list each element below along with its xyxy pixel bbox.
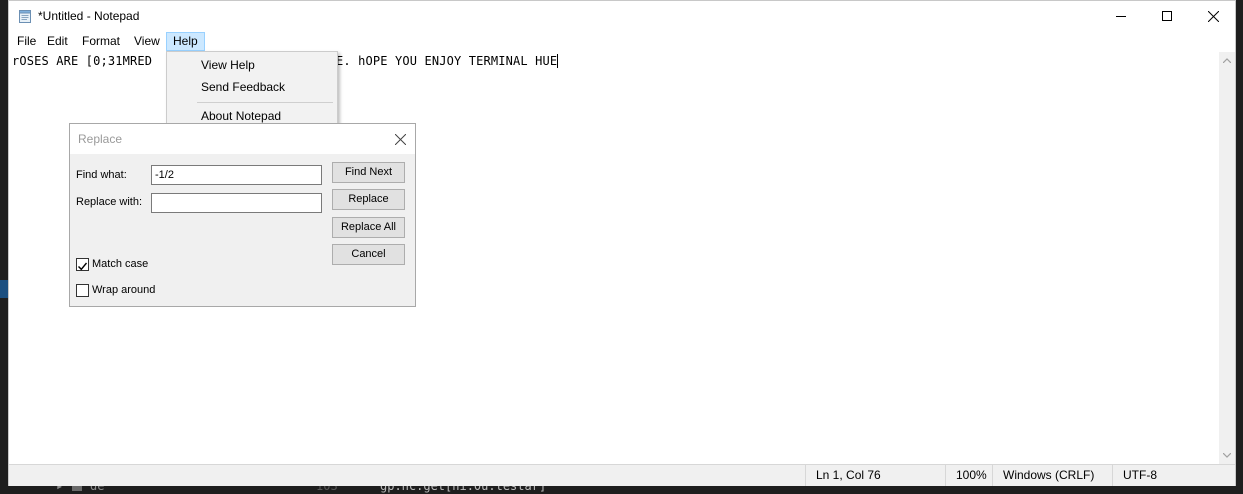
menu-item-about-notepad[interactable]: About Notepad (201, 109, 281, 123)
replace-dialog-title: Replace (78, 132, 123, 146)
replace-dialog-close-button[interactable] (391, 130, 409, 148)
scroll-down-button[interactable] (1219, 447, 1235, 464)
menu-item-send-feedback[interactable]: Send Feedback (201, 80, 285, 94)
chevron-down-icon (1223, 453, 1231, 458)
status-line-ending: Windows (CRLF) (992, 465, 1112, 486)
find-what-label: Find what: (76, 169, 127, 181)
replace-dialog-titlebar[interactable]: Replace (70, 124, 415, 154)
status-cursor-position: Ln 1, Col 76 (805, 465, 945, 486)
minimize-button[interactable] (1098, 1, 1144, 31)
menu-help[interactable]: Help (166, 32, 205, 51)
find-next-button[interactable]: Find Next (332, 162, 405, 183)
replace-all-button[interactable]: Replace All (332, 217, 405, 238)
match-case-label: Match case (92, 258, 149, 270)
vertical-scrollbar[interactable] (1219, 52, 1235, 464)
window-title: *Untitled - Notepad (38, 9, 140, 23)
scroll-up-button[interactable] (1219, 52, 1235, 69)
status-encoding: UTF-8 (1112, 465, 1236, 486)
background-selection-marker (0, 280, 8, 298)
menu-bar: File Edit Format View Help (9, 31, 1235, 52)
match-case-checkbox[interactable] (76, 258, 89, 271)
replace-with-input[interactable] (151, 193, 322, 213)
status-bar: Ln 1, Col 76 100% Windows (CRLF) UTF-8 (9, 464, 1235, 486)
menu-separator (197, 102, 333, 103)
close-icon (394, 133, 406, 145)
wrap-around-checkbox[interactable] (76, 284, 89, 297)
close-icon (1207, 10, 1219, 22)
replace-dialog: Replace Find what: Replace with: Find Ne… (69, 123, 416, 307)
menu-view[interactable]: View (128, 32, 166, 51)
title-bar[interactable]: *Untitled - Notepad (9, 1, 1235, 31)
status-zoom: 100% (945, 465, 992, 486)
help-menu-dropdown: View Help Send Feedback About Notepad (166, 51, 338, 129)
replace-button[interactable]: Replace (332, 189, 405, 210)
close-button[interactable] (1190, 1, 1236, 31)
cancel-button[interactable]: Cancel (332, 244, 405, 265)
maximize-button[interactable] (1144, 1, 1190, 31)
editor-text-before-menu: rOSES ARE [0;31MRED (12, 54, 153, 68)
text-caret (557, 54, 559, 68)
find-what-input[interactable] (151, 165, 322, 185)
wrap-around-label: Wrap around (92, 284, 156, 296)
menu-edit[interactable]: Edit (41, 32, 74, 51)
chevron-up-icon (1223, 58, 1231, 63)
maximize-icon (1162, 11, 1172, 21)
menu-format[interactable]: Format (76, 32, 126, 51)
menu-item-view-help[interactable]: View Help (201, 58, 255, 72)
notepad-icon (18, 9, 32, 23)
menu-file[interactable]: File (11, 32, 42, 51)
minimize-icon (1116, 16, 1126, 17)
checkmark-icon (78, 262, 88, 271)
replace-with-label: Replace with: (76, 196, 143, 208)
